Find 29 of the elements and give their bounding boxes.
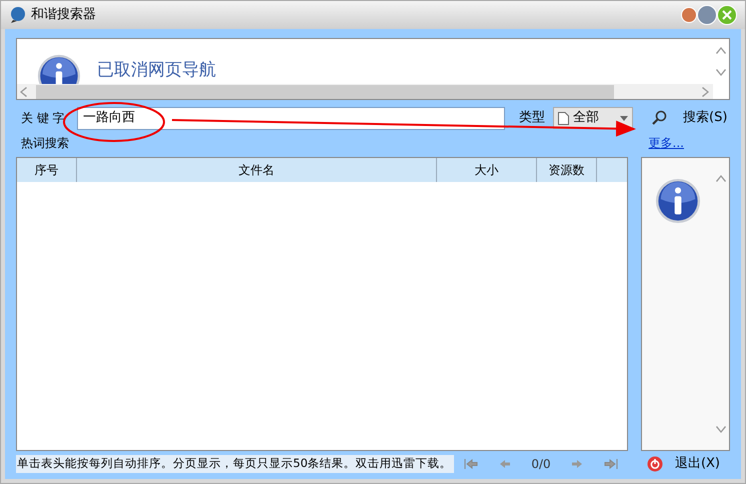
hot-words-label: 热词搜索	[21, 135, 69, 152]
navigation-message: 已取消网页导航	[97, 58, 216, 82]
search-icon	[651, 110, 667, 126]
globe-icon	[9, 6, 27, 24]
power-icon	[646, 456, 663, 472]
search-button[interactable]: 搜索(S)	[683, 108, 728, 128]
keyword-label: 关 键 字	[21, 110, 66, 127]
document-icon	[558, 112, 569, 124]
column-header[interactable]: 文件名	[77, 158, 437, 182]
column-header[interactable]: 资源数	[537, 158, 597, 182]
column-header[interactable]: 大小	[437, 158, 537, 182]
exit-button[interactable]: 退出(X)	[674, 454, 720, 474]
maximize-button[interactable]	[697, 5, 717, 25]
next-page-button[interactable]	[571, 459, 584, 469]
dropdown-caret-icon	[620, 116, 628, 120]
first-page-button[interactable]	[464, 459, 478, 469]
close-button[interactable]	[717, 5, 737, 25]
last-page-button[interactable]	[604, 459, 618, 469]
type-label: 类型	[519, 109, 545, 128]
column-header[interactable]: 序号	[17, 158, 77, 182]
status-hint: 单击表头能按每列自动排序。分页显示，每页只显示50条结果。双击用迅雷下载。	[16, 455, 454, 473]
page-indicator: 0/0	[531, 456, 551, 473]
info-icon	[654, 178, 700, 224]
more-link[interactable]: 更多...	[648, 134, 684, 152]
close-icon	[722, 10, 732, 20]
window-title: 和谐搜索器	[31, 6, 96, 24]
minimize-button[interactable]	[681, 7, 697, 23]
keyword-field[interactable]: 一路向西	[77, 106, 505, 130]
previous-page-button[interactable]	[498, 459, 511, 469]
